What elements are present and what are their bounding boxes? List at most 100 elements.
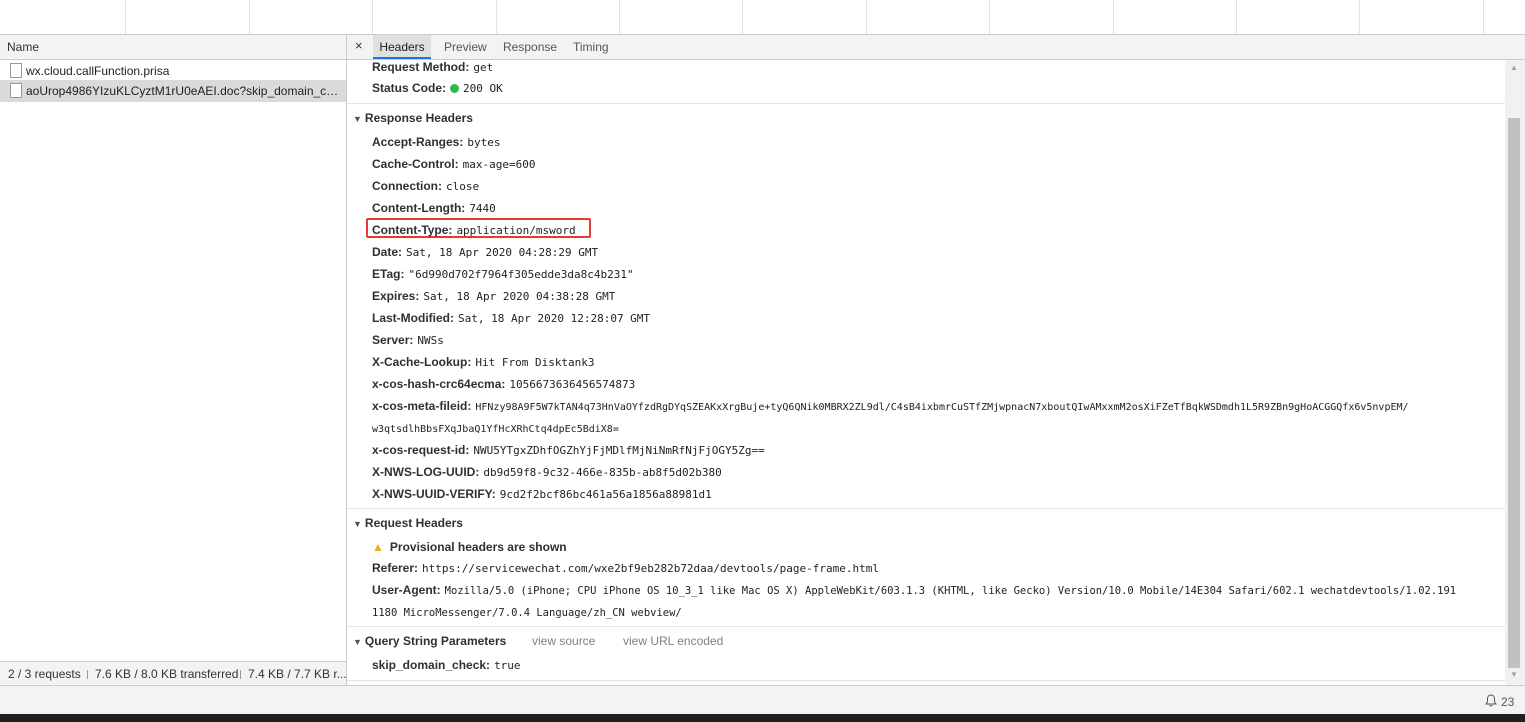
header-value: close <box>446 180 480 193</box>
tab-timing[interactable]: Timing <box>573 35 609 59</box>
header-value: NWU5YTgxZDhfOGZhYjFjMDlfMjNiNmRfNjFjOGY5… <box>473 444 765 457</box>
scroll-down-icon[interactable]: ▼ <box>1510 670 1518 679</box>
provisional-warning: ▲ Provisional headers are shown <box>372 540 567 554</box>
response-header-row: ETag: "6d990d702f7964f305edde3da8c4b231" <box>372 267 634 281</box>
header-key: User-Agent: <box>372 583 441 597</box>
bell-icon[interactable] <box>1485 694 1497 710</box>
details-tabbar: × Headers Preview Response Timing <box>347 35 1525 60</box>
response-header-row: x-cos-request-id: NWU5YTgxZDhfOGZhYjFjMDl… <box>372 443 765 457</box>
summary-separator <box>240 670 241 679</box>
section-divider <box>347 103 1505 104</box>
scrollbar-thumb[interactable] <box>1508 118 1520 668</box>
header-value: bytes <box>467 136 501 149</box>
warning-text: Provisional headers are shown <box>389 540 567 554</box>
notification-count: 23 <box>1501 695 1515 709</box>
response-headers-toggle[interactable]: ▼ Response Headers <box>353 111 473 125</box>
header-value: max-age=600 <box>462 158 536 171</box>
header-key: Request Method: <box>372 60 470 74</box>
request-row[interactable]: wx.cloud.callFunction.prisa <box>0 60 346 82</box>
header-value: HFNzy98A9F5W7kTAN4q73HnVaOYfzdRgDYqSZEAK… <box>475 402 1409 413</box>
response-header-row-continued: w3qtsdlhBbsFXqJbaQ1YfHcXRhCtq4dpEc5BdiX8… <box>372 421 619 435</box>
request-name: aoUrop4986YIzuKLCyztM1rU0eAEI.doc?skip_d… <box>26 84 342 98</box>
timeline-gridline <box>249 0 250 34</box>
timeline-gridline <box>742 0 743 34</box>
timeline-gridline <box>1359 0 1360 34</box>
header-value: 1180 MicroMessenger/7.0.4 Language/zh_CN… <box>372 607 682 619</box>
response-header-row: Date: Sat, 18 Apr 2020 04:28:29 GMT <box>372 245 598 259</box>
response-header-row: Accept-Ranges: bytes <box>372 135 500 149</box>
view-url-encoded-link[interactable]: view URL encoded <box>623 634 723 648</box>
headers-content: Request Method: get Status Code: 200 OK ▼ R… <box>347 60 1505 685</box>
timeline-gridline <box>1483 0 1484 34</box>
response-header-row: Content-Length: 7440 <box>372 201 496 215</box>
response-header-row: X-Cache-Lookup: Hit From Disktank3 <box>372 355 595 369</box>
param-value: true <box>494 659 521 672</box>
section-title-label: Query String Parameters <box>364 634 507 648</box>
timeline-gridline <box>619 0 620 34</box>
response-header-row: X-NWS-LOG-UUID: db9d59f8-9c32-466e-835b-a… <box>372 465 722 479</box>
header-key: Last-Modified: <box>372 311 454 325</box>
section-divider <box>347 508 1505 509</box>
summary-separator <box>87 670 88 679</box>
query-params-toggle[interactable]: ▼ Query String Parameters <box>353 634 506 648</box>
header-value: application/msword <box>456 224 576 237</box>
param-key: skip_domain_check: <box>372 658 491 672</box>
header-value: Hit From Disktank3 <box>475 356 595 369</box>
warning-icon: ▲ <box>372 540 384 554</box>
timeline-gridline <box>372 0 373 34</box>
header-key: x-cos-hash-crc64ecma: <box>372 377 506 391</box>
tab-response[interactable]: Response <box>503 35 557 59</box>
window-edge <box>0 714 1525 722</box>
request-headers-toggle[interactable]: ▼ Request Headers <box>353 516 463 530</box>
tab-preview[interactable]: Preview <box>444 35 487 59</box>
user-agent-row-continued: 1180 MicroMessenger/7.0.4 Language/zh_CN… <box>372 605 682 619</box>
section-title-label: Response Headers <box>364 111 473 125</box>
header-value: 200 OK <box>463 82 503 95</box>
header-value: Mozilla/5.0 (iPhone; CPU iPhone OS 10_3_… <box>444 585 1457 597</box>
close-icon[interactable]: × <box>355 38 363 53</box>
referer-row: Referer: https://servicewechat.com/wxe2bf… <box>372 561 879 575</box>
timeline-gridline <box>1236 0 1237 34</box>
header-key: X-NWS-LOG-UUID: <box>372 465 480 479</box>
request-row-selected[interactable]: aoUrop4986YIzuKLCyztM1rU0eAEI.doc?skip_d… <box>0 80 346 102</box>
header-value: Sat, 18 Apr 2020 04:38:28 GMT <box>423 290 616 303</box>
details-scrollbar[interactable]: ▲ ▼ <box>1505 60 1525 685</box>
header-value: Sat, 18 Apr 2020 04:28:29 GMT <box>406 246 599 259</box>
response-header-row: x-cos-meta-fileid: HFNzy98A9F5W7kTAN4q73H… <box>372 399 1409 413</box>
response-header-row: Cache-Control: max-age=600 <box>372 157 536 171</box>
user-agent-row: User-Agent: Mozilla/5.0 (iPhone; CPU iPho… <box>372 583 1456 597</box>
header-value: "6d990d702f7964f305edde3da8c4b231" <box>408 268 634 281</box>
timeline-overview[interactable] <box>0 0 1525 35</box>
view-source-link[interactable]: view source <box>532 634 595 648</box>
status-code-row: Status Code: 200 OK <box>372 81 503 95</box>
timeline-gridline <box>866 0 867 34</box>
response-header-row: Last-Modified: Sat, 18 Apr 2020 12:28:07 … <box>372 311 650 325</box>
timeline-gridline <box>1113 0 1114 34</box>
content-type-row: Content-Type: application/msword <box>372 223 576 237</box>
scroll-up-icon[interactable]: ▲ <box>1510 63 1518 72</box>
status-ok-icon <box>450 84 460 93</box>
header-value: 7440 <box>469 202 496 215</box>
response-header-row: Connection: close <box>372 179 479 193</box>
header-value: 1056673636456574873 <box>509 378 636 391</box>
response-header-row: Expires: Sat, 18 Apr 2020 04:38:28 GMT <box>372 289 615 303</box>
name-column-label: Name <box>7 40 40 54</box>
header-key: x-cos-meta-fileid: <box>372 399 472 413</box>
name-column-header[interactable]: Name <box>0 35 346 60</box>
response-header-row: Server: NWSs <box>372 333 444 347</box>
request-name: wx.cloud.callFunction.prisa <box>26 64 170 78</box>
header-key: X-Cache-Lookup: <box>372 355 472 369</box>
drawer-bar: 23 <box>0 685 1525 715</box>
response-header-row: x-cos-hash-crc64ecma: 1056673636456574873 <box>372 377 635 391</box>
header-key: Connection: <box>372 179 442 193</box>
response-header-row: X-NWS-UUID-VERIFY: 9cd2f2bcf86bc461a56a18… <box>372 487 712 501</box>
section-divider <box>347 626 1505 627</box>
header-value: w3qtsdlhBbsFXqJbaQ1YfHcXRhCtq4dpEc5BdiX8… <box>372 424 619 435</box>
header-key: Referer: <box>372 561 419 575</box>
request-count: 2 / 3 requests <box>8 667 81 681</box>
tab-headers[interactable]: Headers <box>373 35 431 59</box>
header-key: Content-Type: <box>372 223 453 237</box>
document-icon <box>10 63 22 78</box>
document-icon <box>10 83 22 98</box>
timeline-gridline <box>125 0 126 34</box>
